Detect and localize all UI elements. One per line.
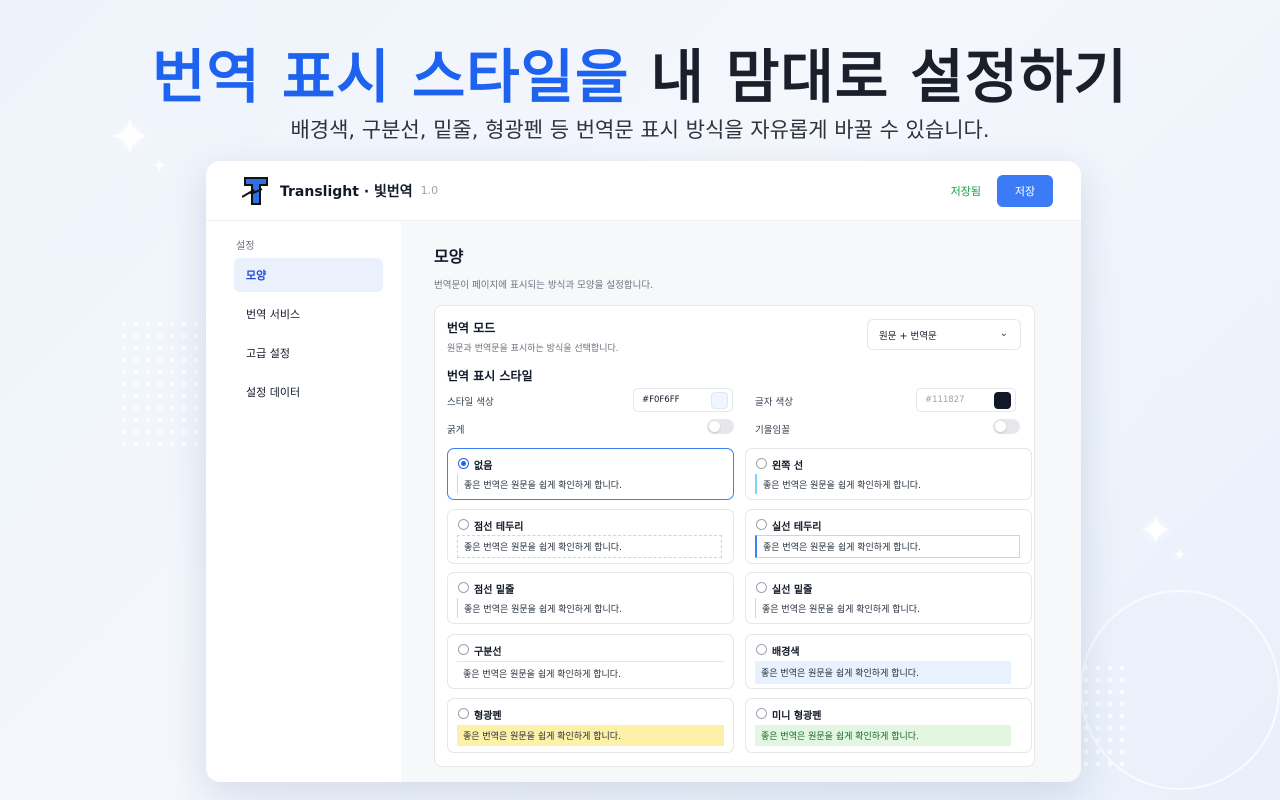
settings-window: Translight · 빛번역 1.0 저장됨 저장 설정 모양 번역 서비스… xyxy=(206,161,1081,782)
radio-button[interactable] xyxy=(458,582,469,593)
style-color-input[interactable]: #F0F6FF xyxy=(633,388,733,412)
style-preview: 좋은 번역은 원문을 쉽게 확인하게 합니다. xyxy=(755,474,1022,494)
radio-button[interactable] xyxy=(458,519,469,530)
style-preview: 좋은 번역은 원문을 쉽게 확인하게 합니다. xyxy=(457,535,722,558)
style-option-solid-underline[interactable]: 실선 밑줄 좋은 번역은 원문을 쉽게 확인하게 합니다. xyxy=(745,572,1032,624)
radio-button[interactable] xyxy=(756,582,767,593)
sparkle-icon: ✦ xyxy=(1173,545,1187,564)
style-preview: 좋은 번역은 원문을 쉽게 확인하게 합니다. xyxy=(755,661,1011,684)
style-preview: 좋은 번역은 원문을 쉽게 확인하게 합니다. xyxy=(457,598,724,618)
option-label: 없음 xyxy=(474,461,493,472)
dot-pattern xyxy=(118,318,208,448)
style-color-label: 스타일 색상 xyxy=(447,397,494,408)
mode-description: 원문과 번역문을 표시하는 방식을 선택합니다. xyxy=(447,344,619,354)
radio-button[interactable] xyxy=(756,708,767,719)
option-label: 형광펜 xyxy=(474,711,502,722)
radio-button[interactable] xyxy=(458,644,469,655)
sparkle-icon: ✦ xyxy=(1138,506,1174,555)
mode-select-value: 원문 + 번역문 xyxy=(879,330,937,342)
page-description: 번역문이 페이지에 표시되는 방식과 모양을 설정합니다. xyxy=(434,280,654,291)
hero-title-rest: 내 맘대로 설정하기 xyxy=(629,43,1128,111)
mode-select[interactable]: 원문 + 번역문 ⌄ xyxy=(867,319,1021,350)
text-color-input[interactable]: #111827 xyxy=(916,388,1016,412)
option-label: 점선 밑줄 xyxy=(474,585,515,596)
radio-button[interactable] xyxy=(756,644,767,655)
style-preview: 좋은 번역은 원문을 쉽게 확인하게 합니다. xyxy=(457,725,724,746)
option-label: 왼쪽 선 xyxy=(772,461,804,472)
saved-status: 저장됨 xyxy=(950,185,981,198)
save-button[interactable]: 저장 xyxy=(997,175,1053,207)
sparkle-icon: ✦ xyxy=(152,156,168,177)
style-option-highlighter[interactable]: 형광펜 좋은 번역은 원문을 쉽게 확인하게 합니다. xyxy=(447,698,734,753)
translight-logo-icon xyxy=(242,176,268,205)
sidebar-heading: 설정 xyxy=(236,241,255,252)
style-option-background[interactable]: 배경색 좋은 번역은 원문을 쉽게 확인하게 합니다. xyxy=(745,634,1032,689)
option-label: 점선 테두리 xyxy=(474,522,524,533)
option-label: 구분선 xyxy=(474,647,502,658)
style-preview: 좋은 번역은 원문을 쉽게 확인하게 합니다. xyxy=(755,725,1011,746)
style-option-dotted-underline[interactable]: 점선 밑줄 좋은 번역은 원문을 쉽게 확인하게 합니다. xyxy=(447,572,734,624)
chevron-down-icon: ⌄ xyxy=(999,328,1008,339)
text-color-placeholder: #111827 xyxy=(925,395,965,405)
page-title: 모양 xyxy=(434,247,464,266)
option-label: 배경색 xyxy=(772,647,800,658)
style-preview: 좋은 번역은 원문을 쉽게 확인하게 합니다. xyxy=(457,474,724,494)
mode-title: 번역 모드 xyxy=(447,321,496,335)
main-content: 모양 번역문이 페이지에 표시되는 방식과 모양을 설정합니다. 번역 모드 원… xyxy=(401,221,1081,782)
hero-title-accent: 번역 표시 스타일을 xyxy=(152,43,630,111)
text-color-label: 글자 색상 xyxy=(755,397,793,408)
appearance-panel: 번역 모드 원문과 번역문을 표시하는 방식을 선택합니다. 원문 + 번역문 … xyxy=(434,305,1035,767)
style-title: 번역 표시 스타일 xyxy=(447,369,533,383)
hero-subtitle: 배경색, 구분선, 밑줄, 형광펜 등 번역문 표시 방식을 자유롭게 바꿀 수… xyxy=(290,118,990,142)
style-option-dotted-border[interactable]: 점선 테두리 좋은 번역은 원문을 쉽게 확인하게 합니다. xyxy=(447,509,734,564)
option-label: 실선 테두리 xyxy=(772,522,822,533)
italic-toggle[interactable] xyxy=(993,419,1020,434)
style-color-value: #F0F6FF xyxy=(642,395,680,405)
option-label: 실선 밑줄 xyxy=(772,585,813,596)
style-option-divider[interactable]: 구분선 좋은 번역은 원문을 쉽게 확인하게 합니다. xyxy=(447,634,734,689)
sidebar-item-appearance[interactable]: 모양 xyxy=(234,258,383,292)
radio-button[interactable] xyxy=(756,519,767,530)
top-bar: Translight · 빛번역 1.0 저장됨 저장 xyxy=(206,161,1081,221)
style-option-none[interactable]: 없음 좋은 번역은 원문을 쉽게 확인하게 합니다. xyxy=(447,448,734,500)
sidebar-item-translation-service[interactable]: 번역 서비스 xyxy=(234,297,383,331)
sidebar-item-advanced[interactable]: 고급 설정 xyxy=(234,336,383,370)
sidebar-item-settings-data[interactable]: 설정 데이터 xyxy=(234,375,383,409)
italic-label: 기울임꼴 xyxy=(755,425,790,436)
style-preview: 좋은 번역은 원문을 쉽게 확인하게 합니다. xyxy=(457,661,724,684)
decorative-ring xyxy=(1080,590,1280,790)
app-name: Translight · 빛번역 xyxy=(280,183,413,200)
radio-button[interactable] xyxy=(458,708,469,719)
radio-button[interactable] xyxy=(458,458,469,469)
bold-label: 굵게 xyxy=(447,425,465,436)
bold-toggle[interactable] xyxy=(707,419,734,434)
style-option-left-line[interactable]: 왼쪽 선 좋은 번역은 원문을 쉽게 확인하게 합니다. xyxy=(745,448,1032,500)
style-preview: 좋은 번역은 원문을 쉽게 확인하게 합니다. xyxy=(755,598,1022,618)
option-label: 미니 형광펜 xyxy=(772,711,822,722)
style-option-mini-highlighter[interactable]: 미니 형광펜 좋은 번역은 원문을 쉽게 확인하게 합니다. xyxy=(745,698,1032,753)
sidebar: 설정 모양 번역 서비스 고급 설정 설정 데이터 xyxy=(206,221,401,782)
style-color-swatch[interactable] xyxy=(711,392,728,409)
style-preview: 좋은 번역은 원문을 쉽게 확인하게 합니다. xyxy=(755,535,1020,558)
style-option-solid-border[interactable]: 실선 테두리 좋은 번역은 원문을 쉽게 확인하게 합니다. xyxy=(745,509,1032,564)
radio-button[interactable] xyxy=(756,458,767,469)
text-color-swatch[interactable] xyxy=(994,392,1011,409)
hero-title: 번역 표시 스타일을 내 맘대로 설정하기 xyxy=(0,30,1280,114)
app-version: 1.0 xyxy=(420,184,439,197)
